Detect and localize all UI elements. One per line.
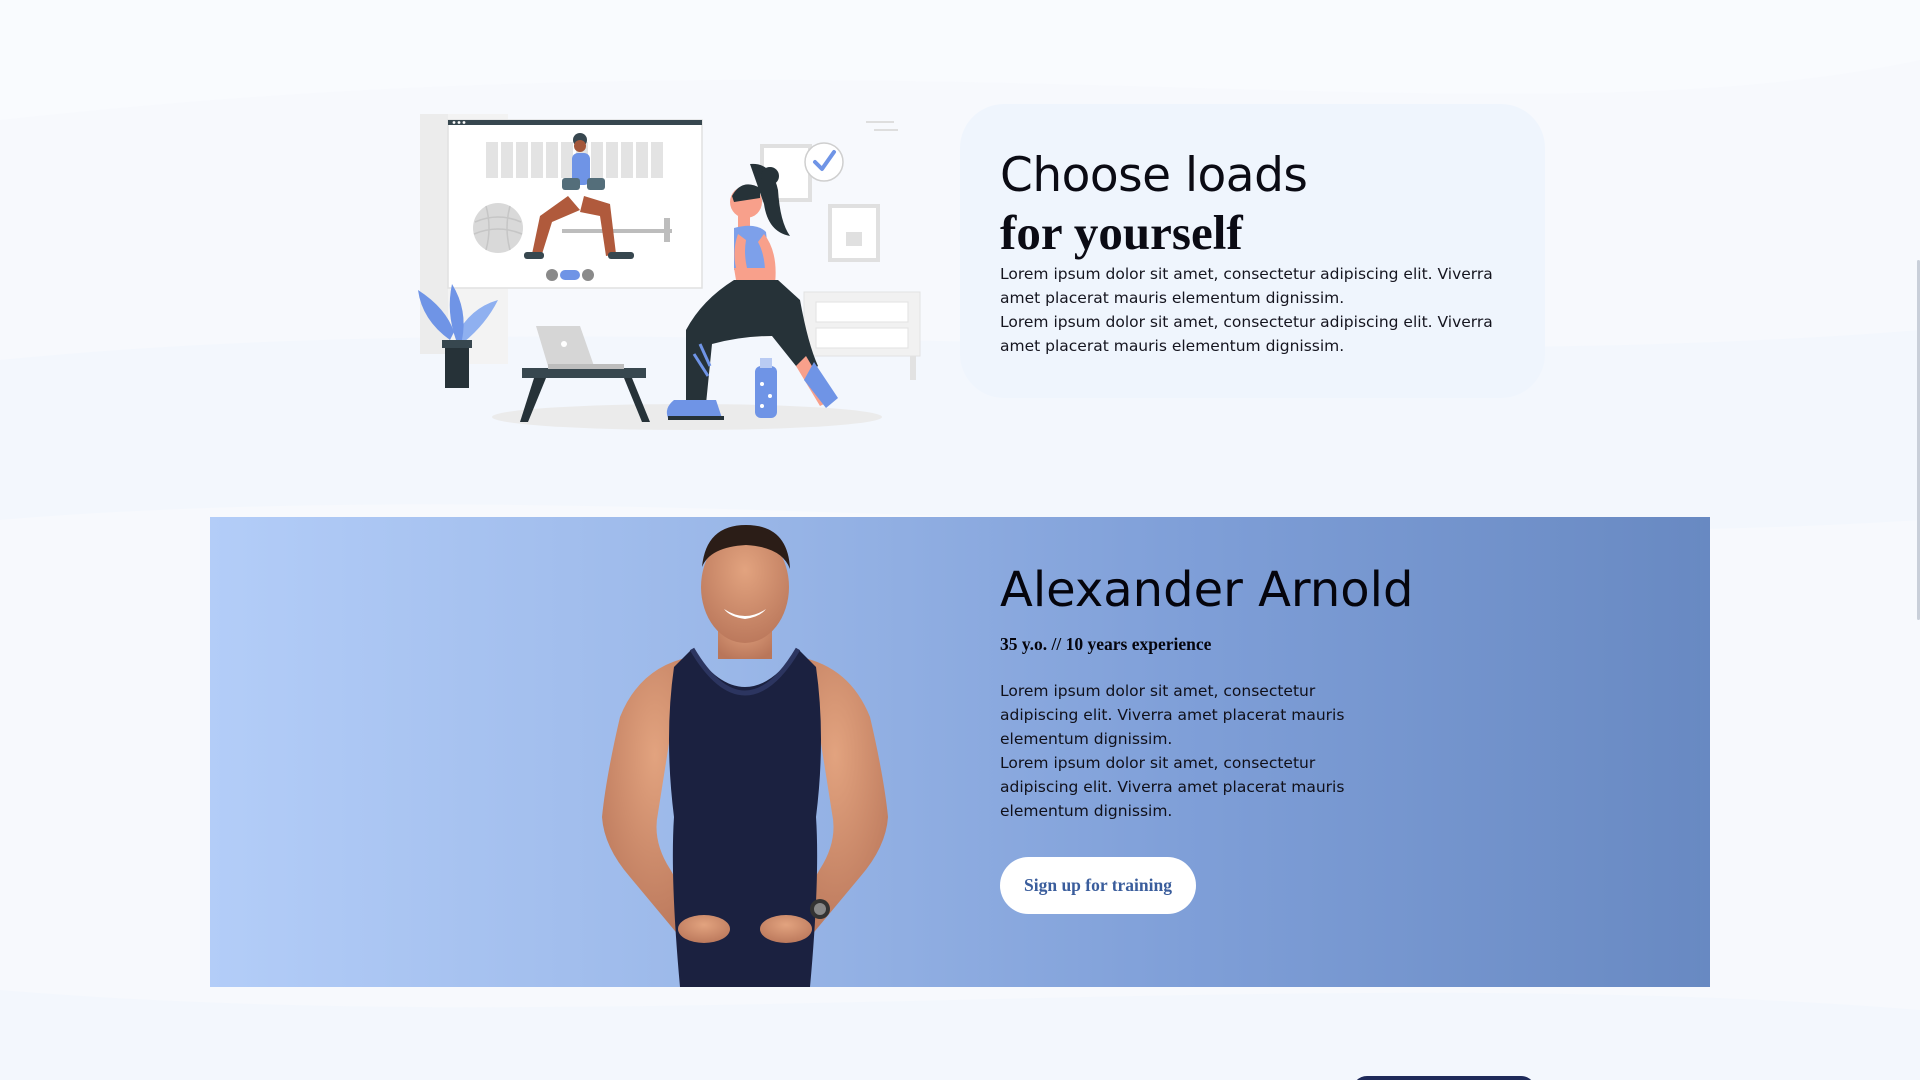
card-paragraph-1: Lorem ipsum dolor sit amet, consectetur … — [1000, 265, 1493, 307]
video-call-window — [447, 119, 703, 289]
mute-icon — [546, 269, 558, 281]
next-section-button[interactable] — [1352, 1076, 1536, 1080]
home-workout-illustration — [418, 114, 921, 430]
trainer-photo — [602, 525, 888, 987]
trainer-info: Alexander Arnold 35 y.o. // 10 years exp… — [1000, 562, 1414, 914]
trainer-section: Alexander Arnold 35 y.o. // 10 years exp… — [210, 517, 1710, 987]
card-heading-line2: for yourself — [1000, 205, 1243, 260]
trainer-paragraph-2: Lorem ipsum dolor sit amet, consectetur … — [1000, 754, 1345, 820]
check-icon — [804, 142, 844, 182]
trainer-name: Alexander Arnold — [1000, 562, 1414, 618]
mic-icon — [582, 269, 594, 281]
trainer-meta: 35 y.o. // 10 years experience — [1000, 634, 1212, 654]
trainer-paragraph-1: Lorem ipsum dolor sit amet, consectetur … — [1000, 682, 1345, 748]
choose-loads-card: Choose loads for yourself Lorem ipsum do… — [960, 104, 1545, 398]
hangup-icon — [560, 270, 580, 280]
card-heading-line1: Choose loads — [1000, 148, 1308, 203]
card-paragraph-2: Lorem ipsum dolor sit amet, consectetur … — [1000, 313, 1493, 355]
sign-up-button[interactable]: Sign up for training — [1000, 857, 1196, 914]
